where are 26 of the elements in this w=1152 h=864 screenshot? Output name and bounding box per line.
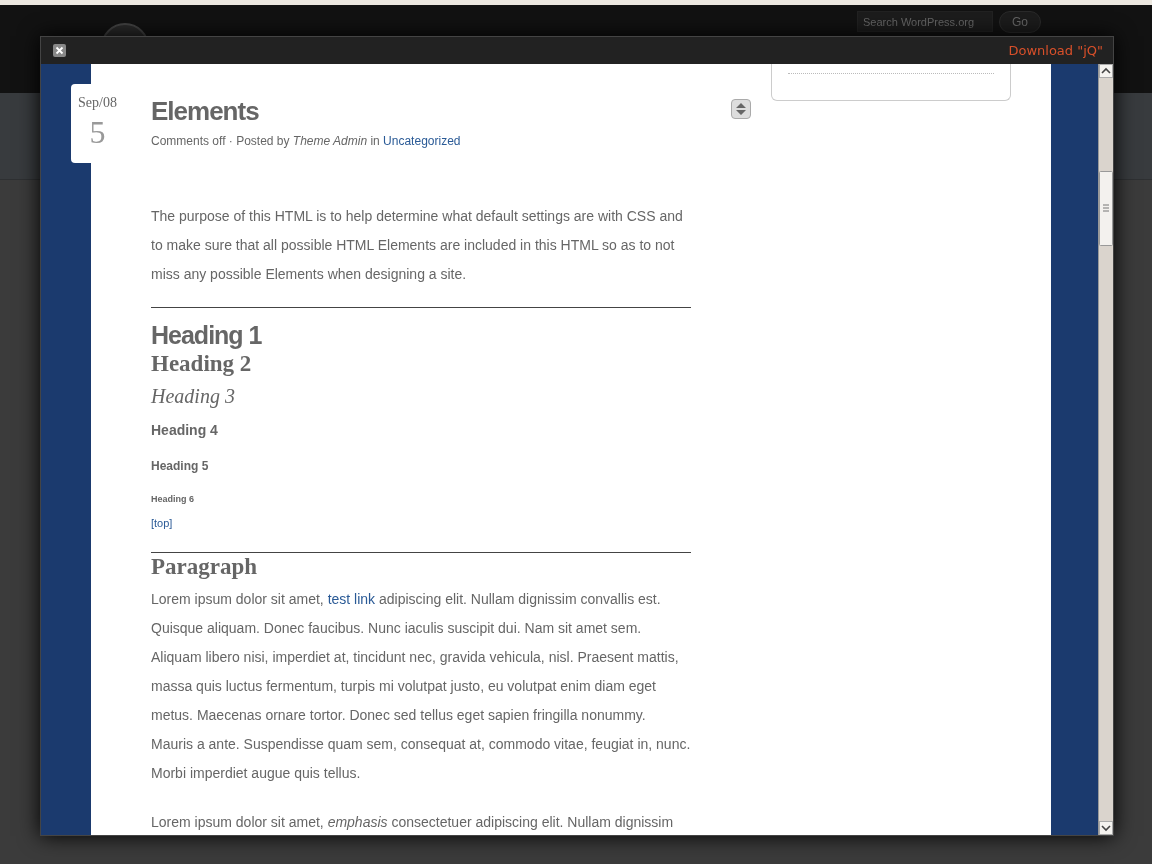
- heading: Heading 6: [151, 493, 195, 506]
- top-link[interactable]: [top]: [151, 515, 173, 532]
- scroll-down-icon[interactable]: [1099, 821, 1113, 835]
- text-link[interactable]: test link: [327, 590, 376, 607]
- date-day: 5: [71, 113, 124, 152]
- post-title: Elements: [151, 95, 260, 128]
- scrollbar[interactable]: [1098, 64, 1113, 835]
- date-month: Sep/08: [77, 94, 118, 112]
- paragraph: Lorem ipsum dolor sit amet, emphasis consectetuer adipiscing elit. Nullam dignissim: [151, 812, 675, 832]
- search-field[interactable]: Search WordPress.org: [857, 11, 993, 32]
- heading: Heading 1: [151, 320, 263, 350]
- paragraph: Lorem ipsum dolor sit amet, test link adipiscing elit. Nullam dignissim convallis est. Quisque aliquam. Donec faucibus. Nunc iaculis suscipit dui. Nam sit amet sem. Aliquam libero nisi, imperdiet at, tincidunt nec, gravida vehicula, nisl. Praesent mattis, massa quis luctus fermentum, turpis mi volutpat justo, eu volutpat enim diam eget metus. Maecenas ornare tortor. Donec sed tellus eget sapien fringilla nonummy. Mauris a ante. Suspendisse quam sem, consequat at, commodo vitae, feugiat in, nunc. Morbi imperdiet augue quis tellus.: [151, 589, 691, 783]
- intro-paragraph: The purpose of this HTML is to help determine what default settings are with CSS and to make sure that all possible HTML Elements are included in this HTML so as to not miss any possible Elements when designing a site.: [151, 207, 684, 284]
- category-link[interactable]: Uncategorized: [383, 134, 461, 148]
- section-heading: Paragraph: [151, 552, 259, 581]
- download-link[interactable]: Download "jQ": [1008, 40, 1103, 61]
- scroll-up-icon[interactable]: [1099, 64, 1113, 78]
- post-meta: Comments off · Posted by Theme Admin in Uncategorized: [151, 133, 462, 150]
- sort-icon: [735, 102, 747, 116]
- heading: Heading 5: [151, 458, 210, 475]
- scroll-thumb[interactable]: [1099, 171, 1113, 246]
- heading: Heading 4: [151, 421, 219, 440]
- close-icon[interactable]: [53, 44, 66, 57]
- heading: Heading 2: [151, 350, 253, 378]
- heading: Heading 3: [151, 384, 236, 410]
- toggle-button[interactable]: [731, 99, 751, 119]
